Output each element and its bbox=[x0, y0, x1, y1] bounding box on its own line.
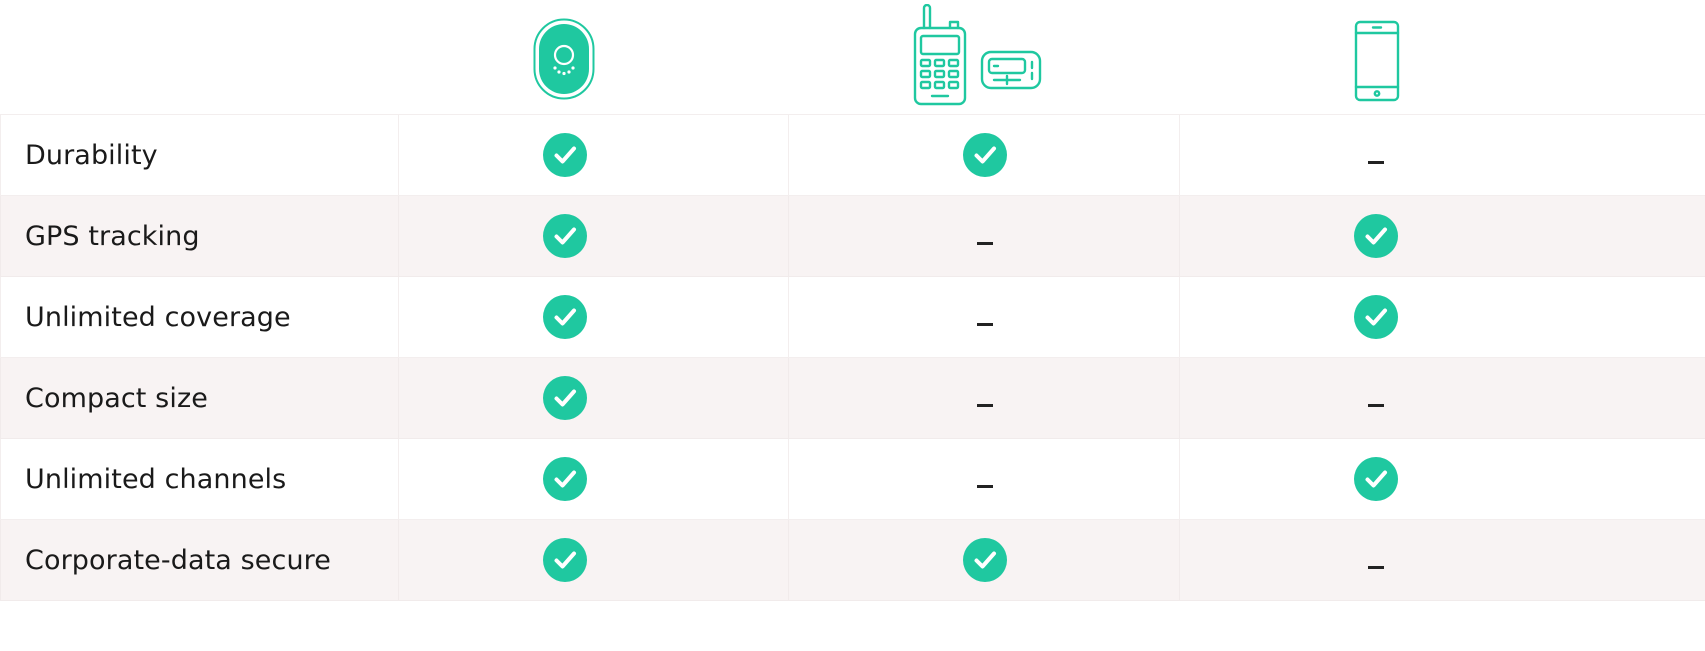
check-icon bbox=[1354, 295, 1398, 339]
value-cell bbox=[788, 438, 1180, 520]
table-row: Corporate-data secure bbox=[0, 519, 1705, 601]
dash-icon bbox=[1368, 404, 1384, 407]
value-cell bbox=[398, 114, 789, 196]
feature-label: Unlimited channels bbox=[0, 438, 399, 520]
check-icon bbox=[543, 538, 587, 582]
check-icon bbox=[543, 214, 587, 258]
table-row: Compact size bbox=[0, 357, 1705, 439]
value-cell bbox=[1179, 114, 1705, 196]
dash-icon bbox=[1368, 566, 1384, 569]
table-row: Unlimited channels bbox=[0, 438, 1705, 520]
dash-icon bbox=[977, 404, 993, 407]
value-cell bbox=[788, 276, 1180, 358]
feature-label: Compact size bbox=[0, 357, 399, 439]
value-cell bbox=[398, 276, 789, 358]
comparison-table: Durability GPS tracking Unlimited coverage… bbox=[0, 114, 1705, 601]
dash-icon bbox=[977, 323, 993, 326]
table-row: Unlimited coverage bbox=[0, 276, 1705, 358]
check-icon bbox=[963, 538, 1007, 582]
value-cell bbox=[1179, 195, 1705, 277]
feature-label: Unlimited coverage bbox=[0, 276, 399, 358]
smart-badge-device-icon bbox=[533, 18, 595, 100]
check-icon bbox=[543, 457, 587, 501]
dash-icon bbox=[1368, 161, 1384, 164]
check-icon bbox=[963, 133, 1007, 177]
check-icon bbox=[1354, 457, 1398, 501]
dash-icon bbox=[977, 242, 993, 245]
feature-label: Durability bbox=[0, 114, 399, 196]
check-icon bbox=[543, 133, 587, 177]
feature-label: Corporate-data secure bbox=[0, 519, 399, 601]
check-icon bbox=[543, 376, 587, 420]
smartphone-icon bbox=[1354, 20, 1400, 102]
value-cell bbox=[1179, 519, 1705, 601]
value-cell bbox=[788, 114, 1180, 196]
table-row: Durability bbox=[0, 114, 1705, 196]
value-cell bbox=[398, 195, 789, 277]
value-cell bbox=[1179, 438, 1705, 520]
check-icon bbox=[543, 295, 587, 339]
table-row: GPS tracking bbox=[0, 195, 1705, 277]
walkie-talkie-and-pager-icon bbox=[912, 3, 1044, 106]
value-cell bbox=[398, 519, 789, 601]
value-cell bbox=[1179, 357, 1705, 439]
value-cell bbox=[788, 195, 1180, 277]
value-cell bbox=[398, 438, 789, 520]
check-icon bbox=[1354, 214, 1398, 258]
dash-icon bbox=[977, 485, 993, 488]
comparison-header bbox=[0, 0, 1705, 114]
feature-label: GPS tracking bbox=[0, 195, 399, 277]
value-cell bbox=[788, 357, 1180, 439]
value-cell bbox=[788, 519, 1180, 601]
value-cell bbox=[1179, 276, 1705, 358]
value-cell bbox=[398, 357, 789, 439]
